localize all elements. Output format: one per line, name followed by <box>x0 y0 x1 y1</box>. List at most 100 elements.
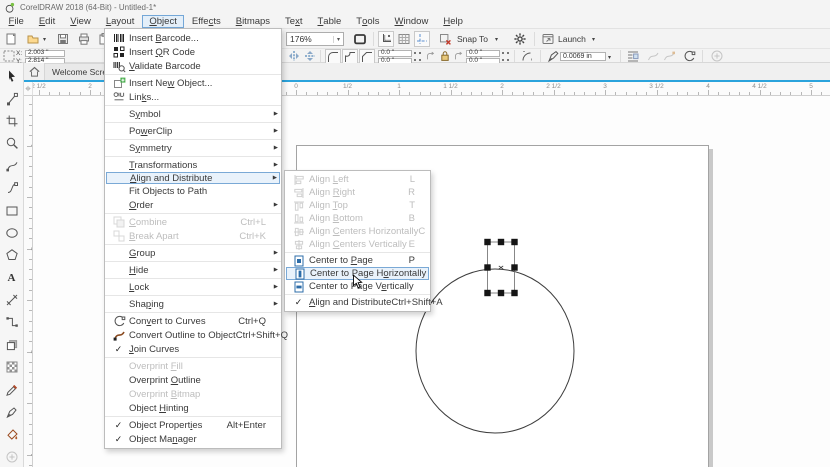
zoom-dropdown-arrow-icon[interactable]: ▾ <box>333 36 340 43</box>
menu-item-symmetry[interactable]: Symmetry▶ <box>105 141 281 155</box>
corner-link-icon[interactable] <box>424 49 436 63</box>
snap-off-icon[interactable] <box>437 31 453 47</box>
shape-tool[interactable] <box>1 87 23 109</box>
menu-item-validate-barcode[interactable]: Validate Barcode <box>105 59 281 73</box>
outline-pen-tool[interactable] <box>1 401 23 423</box>
bezier-tool[interactable] <box>1 177 23 199</box>
menu-item-shaping[interactable]: Shaping▶ <box>105 297 281 311</box>
selection-handle[interactable] <box>484 264 490 270</box>
shortcut-label: T <box>409 200 419 211</box>
crop-tool[interactable] <box>1 110 23 132</box>
menubar-item-layout[interactable]: Layout <box>98 15 142 28</box>
outline-width-field[interactable]: 0.0069 in <box>560 52 606 61</box>
show-rulers-icon[interactable] <box>378 31 394 47</box>
save-icon[interactable] <box>55 31 71 47</box>
menu-item-group[interactable]: Group▶ <box>105 246 281 260</box>
x-position-field[interactable]: 2.003 " <box>25 50 65 57</box>
menubar-item-window[interactable]: Window <box>387 15 436 28</box>
corner-radius-stepper[interactable] <box>414 51 421 62</box>
ellipse-tool[interactable] <box>1 222 23 244</box>
fillet-chamfer-icon[interactable] <box>520 49 534 63</box>
selection-handle[interactable] <box>511 239 517 245</box>
selection-handle[interactable] <box>498 290 504 296</box>
selection-handle[interactable] <box>484 290 490 296</box>
menu-item-insert-new-object[interactable]: Insert New Object... <box>105 76 281 90</box>
new-document-icon[interactable] <box>3 31 19 47</box>
menubar-item-text[interactable]: Text <box>278 15 310 28</box>
corner-radius-stepper-2[interactable] <box>502 51 509 62</box>
menubar-item-effects[interactable]: Effects <box>184 15 228 28</box>
mirror-vertical-icon[interactable] <box>303 49 317 63</box>
lock-ratio-icon[interactable] <box>438 49 452 63</box>
menubar-item-object[interactable]: Object <box>142 15 184 28</box>
menu-item-convert-to-curves[interactable]: Convert to CurvesCtrl+Q <box>105 314 281 328</box>
menu-item-hide[interactable]: Hide▶ <box>105 263 281 277</box>
menubar-item-tools[interactable]: Tools <box>349 15 387 28</box>
corner-radius-field-1[interactable]: 0.0 " <box>378 50 412 57</box>
launch-icon[interactable] <box>540 31 556 47</box>
transparency-tool[interactable] <box>1 356 23 378</box>
selection-handle[interactable] <box>484 239 490 245</box>
outline-width-dropdown-arrow-icon[interactable]: ▾ <box>608 54 611 61</box>
center-page-h-icon <box>289 267 310 281</box>
selection-handle[interactable] <box>511 264 517 270</box>
zoom-tool[interactable] <box>1 132 23 154</box>
menubar-item-bitmaps[interactable]: Bitmaps <box>228 15 277 28</box>
polygon-tool[interactable] <box>1 244 23 266</box>
menu-item-insert-barcode[interactable]: Insert Barcode... <box>105 31 281 45</box>
freehand-tool[interactable] <box>1 155 23 177</box>
launch-label[interactable]: Launch <box>558 34 586 44</box>
menu-item-lock[interactable]: Lock▶ <box>105 280 281 294</box>
fullscreen-preview-icon[interactable] <box>352 31 368 47</box>
menu-item-object-hinting[interactable]: Object Hinting <box>105 401 281 415</box>
snap-to-label[interactable]: Snap To <box>457 34 488 44</box>
menu-item-symbol[interactable]: Symbol▶ <box>105 107 281 121</box>
menubar-item-file[interactable]: File <box>1 15 31 28</box>
submenu-item-align-and-distribute[interactable]: ✓Align and DistributeCtrl+Shift+A <box>285 296 430 309</box>
menu-item-links[interactable]: Links... <box>105 90 281 104</box>
add-tools-tool[interactable] <box>1 446 23 467</box>
smart-fill-tool[interactable] <box>1 423 23 445</box>
connector-tool[interactable] <box>1 311 23 333</box>
eyedropper-tool[interactable] <box>1 378 23 400</box>
text-tool[interactable]: A <box>1 267 23 289</box>
open-document-icon[interactable] <box>25 31 41 47</box>
menu-item-join-curves[interactable]: ✓Join Curves <box>105 342 281 356</box>
convert-to-curves-icon[interactable] <box>682 49 696 63</box>
submenu-item-center-to-page[interactable]: Center to PageP <box>285 254 430 267</box>
menu-item-transformations[interactable]: Transformations▶ <box>105 158 281 172</box>
menubar-item-view[interactable]: View <box>63 15 99 28</box>
corner-radius-field-3[interactable]: 0.0 " <box>466 50 500 57</box>
menu-item-order[interactable]: Order▶ <box>105 198 281 212</box>
menu-item-fit-objects-to-path[interactable]: Fit Objects to Path <box>105 184 281 198</box>
ruler-origin-button[interactable] <box>24 82 33 96</box>
drop-shadow-tool[interactable] <box>1 334 23 356</box>
h-ruler-label: 4 <box>706 83 710 90</box>
vertical-ruler[interactable]: 43 1/232 1/221 1/21 <box>24 96 33 467</box>
options-gear-icon[interactable] <box>512 31 528 47</box>
menu-item-powerclip[interactable]: PowerClip▶ <box>105 124 281 138</box>
menu-item-insert-qr-code[interactable]: Insert QR Code <box>105 45 281 59</box>
print-icon[interactable] <box>76 31 92 47</box>
mirror-horizontal-icon[interactable] <box>287 49 301 63</box>
dimension-tool[interactable] <box>1 289 23 311</box>
window-title: CorelDRAW 2018 (64-Bit) - Untitled-1* <box>20 3 156 12</box>
menubar-item-help[interactable]: Help <box>436 15 471 28</box>
menu-item-align-and-distribute[interactable]: Align and Distribute▶ <box>106 172 280 184</box>
show-guidelines-icon[interactable] <box>414 31 430 47</box>
home-icon[interactable] <box>28 65 41 78</box>
wrap-text-icon[interactable] <box>626 49 640 63</box>
show-grid-icon[interactable] <box>396 31 412 47</box>
selection-handle[interactable] <box>511 290 517 296</box>
corner-link2-icon[interactable] <box>452 49 464 63</box>
menu-item-convert-outline-to-object[interactable]: Convert Outline to ObjectCtrl+Shift+Q <box>105 328 281 342</box>
zoom-level-combo[interactable]: 176% ▾ <box>286 32 344 46</box>
menu-item-overprint-outline[interactable]: Overprint Outline <box>105 373 281 387</box>
rectangle-tool[interactable] <box>1 199 23 221</box>
pick-tool[interactable] <box>1 65 23 87</box>
selection-handle[interactable] <box>498 239 504 245</box>
menubar-item-table[interactable]: Table <box>310 15 349 28</box>
menu-item-object-properties[interactable]: ✓Object PropertiesAlt+Enter <box>105 418 281 432</box>
menu-item-object-manager[interactable]: ✓Object Manager <box>105 432 281 446</box>
menubar-item-edit[interactable]: Edit <box>31 15 62 28</box>
